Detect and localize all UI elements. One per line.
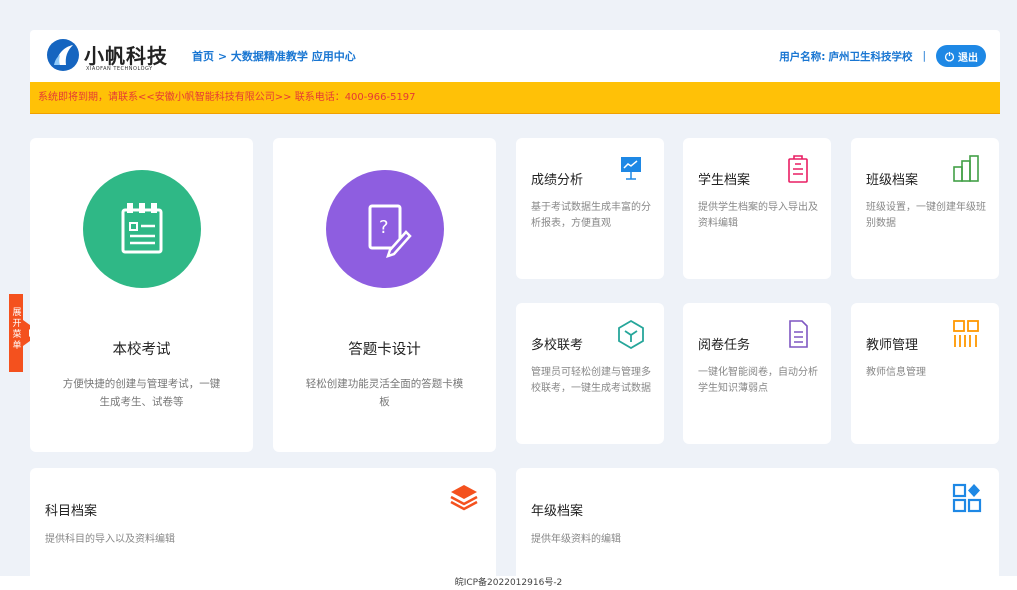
- card-desc: 教师信息管理: [866, 367, 926, 378]
- header-separator: |: [922, 50, 926, 62]
- side-tab-label: 展开菜单: [12, 308, 22, 351]
- clipboard-icon: [788, 155, 808, 183]
- card-subject-archive[interactable]: 科目档案 提供科目的导入以及资料编辑: [30, 468, 496, 576]
- cube-icon: [618, 319, 644, 349]
- card-grade-archive[interactable]: 年级档案 提供年级资料的编辑: [516, 468, 999, 576]
- card-desc: 提供学生档案的导入导出及资料编辑: [698, 202, 818, 229]
- card-student-archive[interactable]: 学生档案 提供学生档案的导入导出及资料编辑: [683, 138, 831, 279]
- user-name: 庐州卫生科技学校: [828, 50, 913, 63]
- card-title: 成绩分析: [531, 173, 584, 188]
- breadcrumb-bigdata[interactable]: 大数据精准教学: [231, 50, 308, 63]
- card-title: 本校考试: [112, 342, 171, 358]
- document-list-icon: [789, 320, 808, 348]
- layers-icon: [450, 485, 478, 511]
- card-desc: 提供科目的导入以及资料编辑: [45, 534, 175, 545]
- logout-button[interactable]: 退出: [936, 45, 986, 67]
- card-desc: 基于考试数据生成丰富的分析报表，方便直观: [531, 202, 651, 229]
- card-title: 班级档案: [866, 173, 919, 188]
- card-title: 学生档案: [698, 173, 751, 188]
- card-desc: 管理员可轻松创建与管理多校联考，一键生成考试数据: [531, 367, 651, 394]
- card-title: 多校联考: [531, 338, 584, 353]
- user-label: 用户名称:: [779, 50, 826, 63]
- logout-label: 退出: [958, 52, 978, 64]
- user-area: 用户名称: 庐州卫生科技学校 | 退出: [779, 42, 986, 70]
- card-multi-school-exam[interactable]: 多校联考 管理员可轻松创建与管理多校联考，一键生成考试数据: [516, 303, 664, 444]
- brand-subtitle: XIAOFAN TECHNOLOGY: [86, 66, 153, 72]
- card-marking-task[interactable]: 阅卷任务 一键化智能阅卷，自动分析学生知识薄弱点: [683, 303, 831, 444]
- card-desc: 一键化智能阅卷，自动分析学生知识薄弱点: [698, 367, 818, 394]
- exam-icon-circle: [82, 170, 201, 288]
- svg-text:?: ?: [379, 217, 389, 238]
- brand-logo[interactable]: 小帆科技 XIAOFAN TECHNOLOGY: [46, 38, 167, 76]
- breadcrumb-home[interactable]: 首页: [192, 50, 214, 63]
- breadcrumb-app-center[interactable]: 应用中心: [312, 50, 356, 63]
- card-score-analysis[interactable]: 成绩分析 基于考试数据生成丰富的分析报表，方便直观: [516, 138, 664, 279]
- card-desc: 班级设置，一键创建年级班别数据: [866, 202, 986, 229]
- card-class-archive[interactable]: 班级档案 班级设置，一键创建年级班别数据: [851, 138, 999, 279]
- teacher-grid-icon: [953, 320, 979, 347]
- presentation-chart-icon: [621, 157, 641, 180]
- top-header: 小帆科技 XIAOFAN TECHNOLOGY 首页 > 大数据精准教学 应用中…: [30, 30, 1000, 82]
- breadcrumb: 首页 > 大数据精准教学 应用中心: [192, 48, 356, 64]
- expiry-notice: 系统即将到期，请联系<<安徽小帆智能科技有限公司>> 联系电话：400-966-…: [30, 82, 1000, 114]
- card-desc: 提供年级资料的编辑: [531, 534, 621, 545]
- card-desc: 方便快捷的创建与管理考试，一键生成考生、试卷等: [62, 378, 221, 408]
- sail-logo-icon: [47, 39, 79, 71]
- answer-sheet-icon-circle: ?: [325, 170, 444, 288]
- card-school-exam[interactable]: 本校考试 方便快捷的创建与管理考试，一键生成考生、试卷等: [30, 138, 253, 452]
- breadcrumb-sep-1: >: [217, 50, 231, 63]
- notepad-icon: [121, 203, 162, 254]
- card-title: 科目档案: [45, 504, 98, 519]
- power-icon: [944, 50, 955, 62]
- card-title: 教师管理: [866, 338, 919, 353]
- building-icon: [953, 155, 979, 182]
- card-title: 阅卷任务: [698, 338, 751, 353]
- apps-diamond-icon: [952, 483, 982, 513]
- card-desc: 轻松创建功能灵活全面的答题卡模板: [305, 378, 464, 408]
- card-title: 答题卡设计: [348, 342, 421, 358]
- brand-name: 小帆科技: [84, 44, 168, 68]
- card-teacher-management[interactable]: 教师管理 教师信息管理: [851, 303, 999, 444]
- icp-footer[interactable]: 皖ICP备2022012916号-2: [0, 576, 1017, 590]
- card-title: 年级档案: [531, 504, 584, 519]
- card-answer-sheet-design[interactable]: ? 答题卡设计 轻松创建功能灵活全面的答题卡模板: [273, 138, 496, 452]
- answer-sheet-edit-icon: ?: [368, 204, 412, 258]
